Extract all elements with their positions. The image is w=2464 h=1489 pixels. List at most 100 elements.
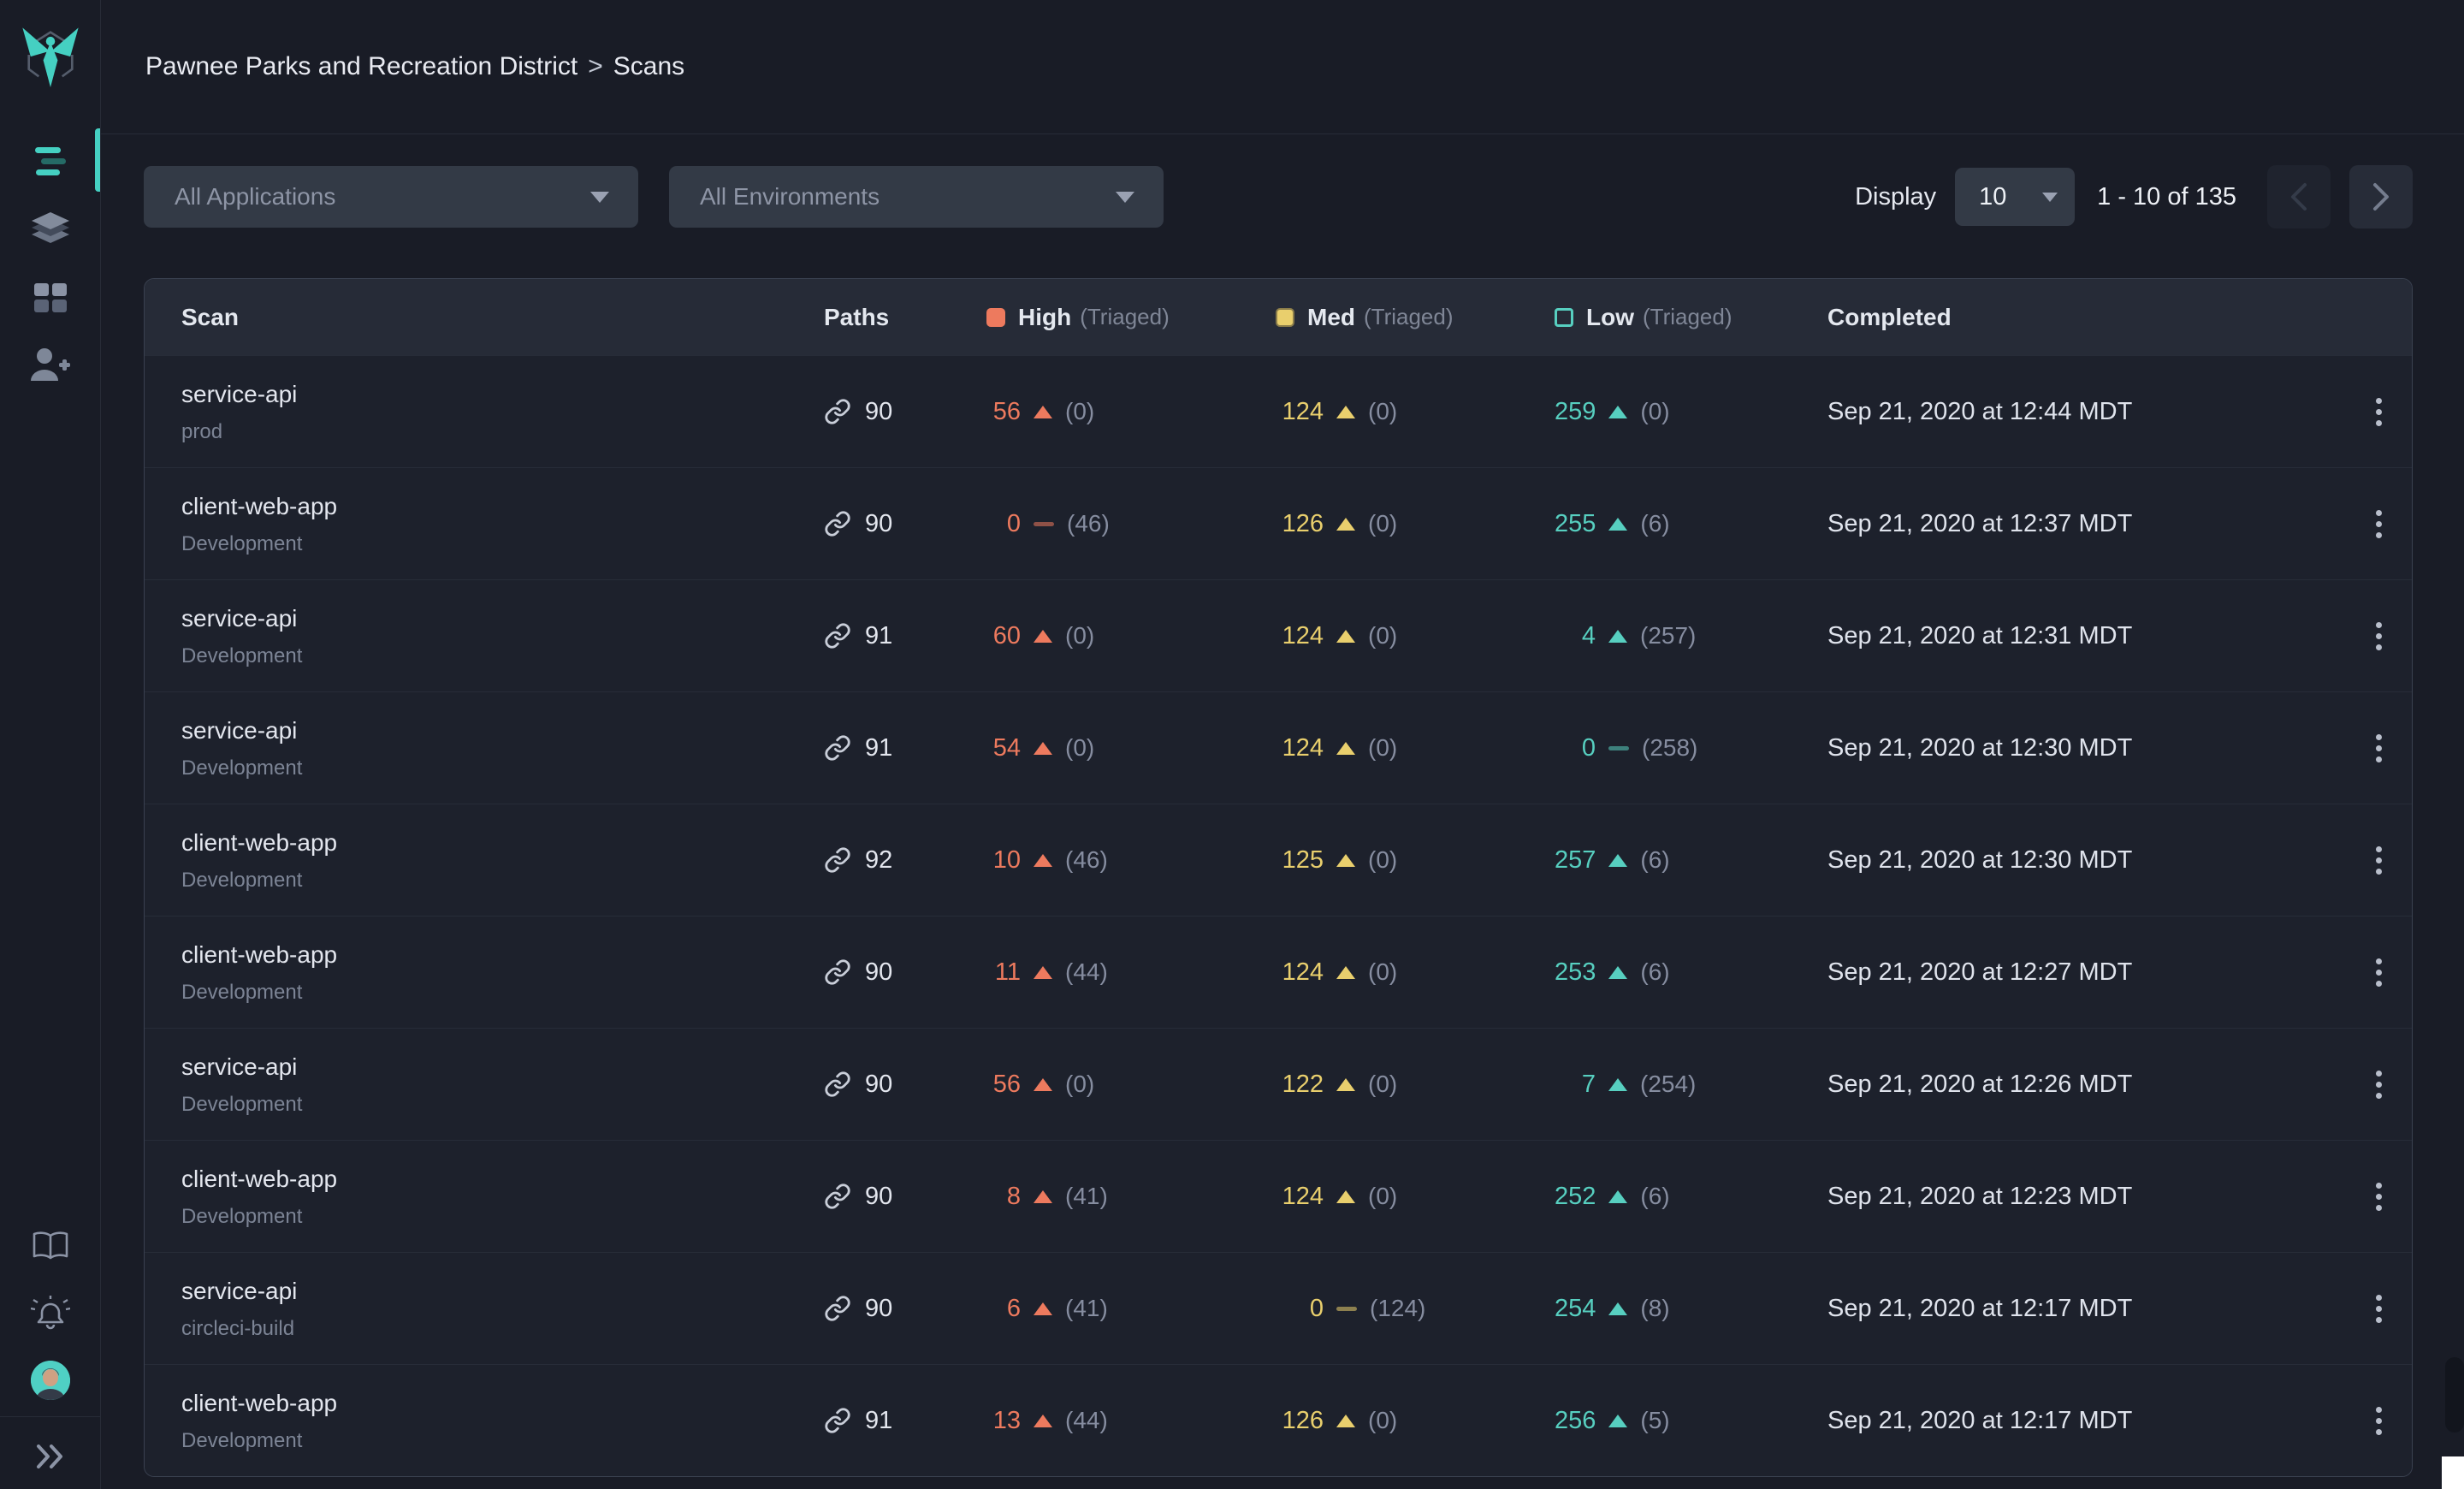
- scan-name[interactable]: service-api: [181, 604, 809, 633]
- trend-up-icon: [1034, 405, 1052, 418]
- row-actions-cell: [2345, 393, 2412, 431]
- sidebar-item-scans[interactable]: [0, 137, 100, 185]
- next-page-button[interactable]: [2349, 165, 2413, 228]
- med-findings-cell: 125 (0): [1241, 846, 1524, 875]
- link-icon: [825, 1071, 850, 1097]
- kebab-menu-icon[interactable]: [2371, 729, 2387, 768]
- kebab-menu-icon[interactable]: [2371, 841, 2387, 880]
- scan-name[interactable]: service-api: [181, 1277, 809, 1306]
- environments-filter-dropdown[interactable]: All Environments: [669, 166, 1164, 228]
- column-header-high: High (Triaged): [951, 304, 1241, 331]
- table-row[interactable]: client-web-app Development 90 11 (44) 12…: [145, 916, 2412, 1028]
- med-count: 125: [1282, 845, 1324, 874]
- trend-up-icon: [1034, 741, 1052, 755]
- kebab-menu-icon[interactable]: [2371, 617, 2387, 656]
- app-logo[interactable]: [0, 12, 100, 98]
- link-icon: [825, 735, 850, 761]
- sidebar-item-invite-user[interactable]: [0, 341, 100, 389]
- page-size-select[interactable]: 10: [1955, 168, 2076, 226]
- table-row[interactable]: client-web-app Development 91 13 (44) 12…: [145, 1364, 2412, 1476]
- high-triaged-count: (0): [1065, 398, 1095, 424]
- double-chevron-right-icon: [36, 1445, 62, 1468]
- applications-filter-value: All Applications: [175, 183, 336, 210]
- med-triaged-count: (0): [1368, 1183, 1398, 1209]
- sidebar-item-dashboard[interactable]: [0, 274, 100, 322]
- table-row[interactable]: service-api Development 91 54 (0) 124 (0…: [145, 691, 2412, 804]
- trend-up-icon: [1336, 1077, 1355, 1091]
- scan-name[interactable]: client-web-app: [181, 940, 809, 970]
- paths-cell: 90: [809, 510, 951, 538]
- completed-timestamp: Sep 21, 2020 at 12:17 MDT: [1827, 1406, 2133, 1434]
- completed-timestamp: Sep 21, 2020 at 12:30 MDT: [1827, 845, 2133, 874]
- scan-name[interactable]: service-api: [181, 716, 809, 745]
- scan-name[interactable]: client-web-app: [181, 828, 809, 857]
- low-triaged-count: (6): [1640, 1183, 1670, 1209]
- kebab-menu-icon[interactable]: [2371, 1402, 2387, 1440]
- sidebar-item-docs[interactable]: [0, 1222, 100, 1270]
- user-avatar[interactable]: [0, 1359, 100, 1402]
- table-row[interactable]: client-web-app Development 90 0 (46) 126…: [145, 467, 2412, 579]
- high-triaged-count: (41): [1065, 1295, 1108, 1321]
- table-row[interactable]: service-api Development 91 60 (0) 124 (0…: [145, 579, 2412, 691]
- scan-name[interactable]: client-web-app: [181, 492, 809, 521]
- kebab-menu-icon[interactable]: [2371, 953, 2387, 992]
- kebab-menu-icon[interactable]: [2371, 1065, 2387, 1104]
- scan-name[interactable]: client-web-app: [181, 1165, 809, 1194]
- trend-flat-icon: [1608, 745, 1629, 750]
- person-add-icon: [30, 348, 70, 381]
- table-row[interactable]: service-api prod 90 56 (0) 124 (0) 259 (…: [145, 355, 2412, 467]
- high-severity-swatch-icon: [986, 307, 1005, 327]
- scan-name[interactable]: service-api: [181, 380, 809, 409]
- table-row[interactable]: service-api Development 90 56 (0) 122 (0…: [145, 1028, 2412, 1140]
- scan-environment: Development: [181, 1428, 303, 1452]
- low-findings-cell: 252 (6): [1524, 1183, 1798, 1211]
- scrollbar-thumb[interactable]: [2445, 1357, 2464, 1433]
- high-findings-cell: 56 (0): [951, 398, 1241, 426]
- low-findings-cell: 257 (6): [1524, 846, 1798, 875]
- table-row[interactable]: client-web-app Development 92 10 (46) 12…: [145, 804, 2412, 916]
- row-actions-cell: [2345, 729, 2412, 768]
- high-count: 56: [992, 1070, 1021, 1098]
- link-icon: [825, 1183, 850, 1209]
- sidebar: [0, 0, 101, 1489]
- sidebar-item-notifications[interactable]: [0, 1289, 100, 1337]
- sidebar-expand-button[interactable]: [0, 1434, 100, 1479]
- low-findings-cell: 0 (258): [1524, 734, 1798, 762]
- med-count: 124: [1282, 621, 1324, 650]
- high-triaged-count: (0): [1065, 734, 1095, 761]
- sidebar-item-applications[interactable]: [0, 205, 100, 253]
- previous-page-button[interactable]: [2267, 165, 2331, 228]
- table-row[interactable]: client-web-app Development 90 8 (41) 124…: [145, 1140, 2412, 1252]
- scan-cell: client-web-app Development: [145, 828, 809, 893]
- trend-up-icon: [1608, 1414, 1628, 1427]
- med-count: 122: [1282, 1070, 1324, 1098]
- environments-filter-value: All Environments: [700, 183, 880, 210]
- column-header-scan: Scan: [181, 303, 239, 330]
- kebab-menu-icon[interactable]: [2371, 1290, 2387, 1328]
- column-header-paths: Paths: [824, 303, 890, 330]
- scan-name[interactable]: service-api: [181, 1053, 809, 1082]
- breadcrumb-org[interactable]: Pawnee Parks and Recreation District: [145, 52, 578, 81]
- applications-filter-dropdown[interactable]: All Applications: [144, 166, 638, 228]
- high-count: 11: [994, 958, 1021, 986]
- scan-cell: client-web-app Development: [145, 1389, 809, 1453]
- kebab-menu-icon[interactable]: [2371, 393, 2387, 431]
- completed-timestamp: Sep 21, 2020 at 12:44 MDT: [1827, 397, 2133, 425]
- scan-cell: client-web-app Development: [145, 940, 809, 1005]
- high-count: 10: [992, 845, 1021, 874]
- kebab-menu-icon[interactable]: [2371, 1178, 2387, 1216]
- trend-up-icon: [1336, 629, 1355, 643]
- med-findings-cell: 124 (0): [1241, 398, 1524, 426]
- med-count: 126: [1282, 509, 1324, 537]
- high-count: 54: [992, 733, 1021, 762]
- low-count: 253: [1555, 958, 1596, 986]
- med-findings-cell: 124 (0): [1241, 1183, 1524, 1211]
- scan-name[interactable]: client-web-app: [181, 1389, 809, 1418]
- table-row[interactable]: service-api circleci-build 90 6 (41) 0 (…: [145, 1252, 2412, 1364]
- display-label: Display: [1855, 182, 1937, 211]
- kebab-menu-icon[interactable]: [2371, 505, 2387, 543]
- high-findings-cell: 8 (41): [951, 1183, 1241, 1211]
- high-findings-cell: 11 (44): [951, 958, 1241, 987]
- trend-up-icon: [1608, 853, 1628, 867]
- row-actions-cell: [2345, 617, 2412, 656]
